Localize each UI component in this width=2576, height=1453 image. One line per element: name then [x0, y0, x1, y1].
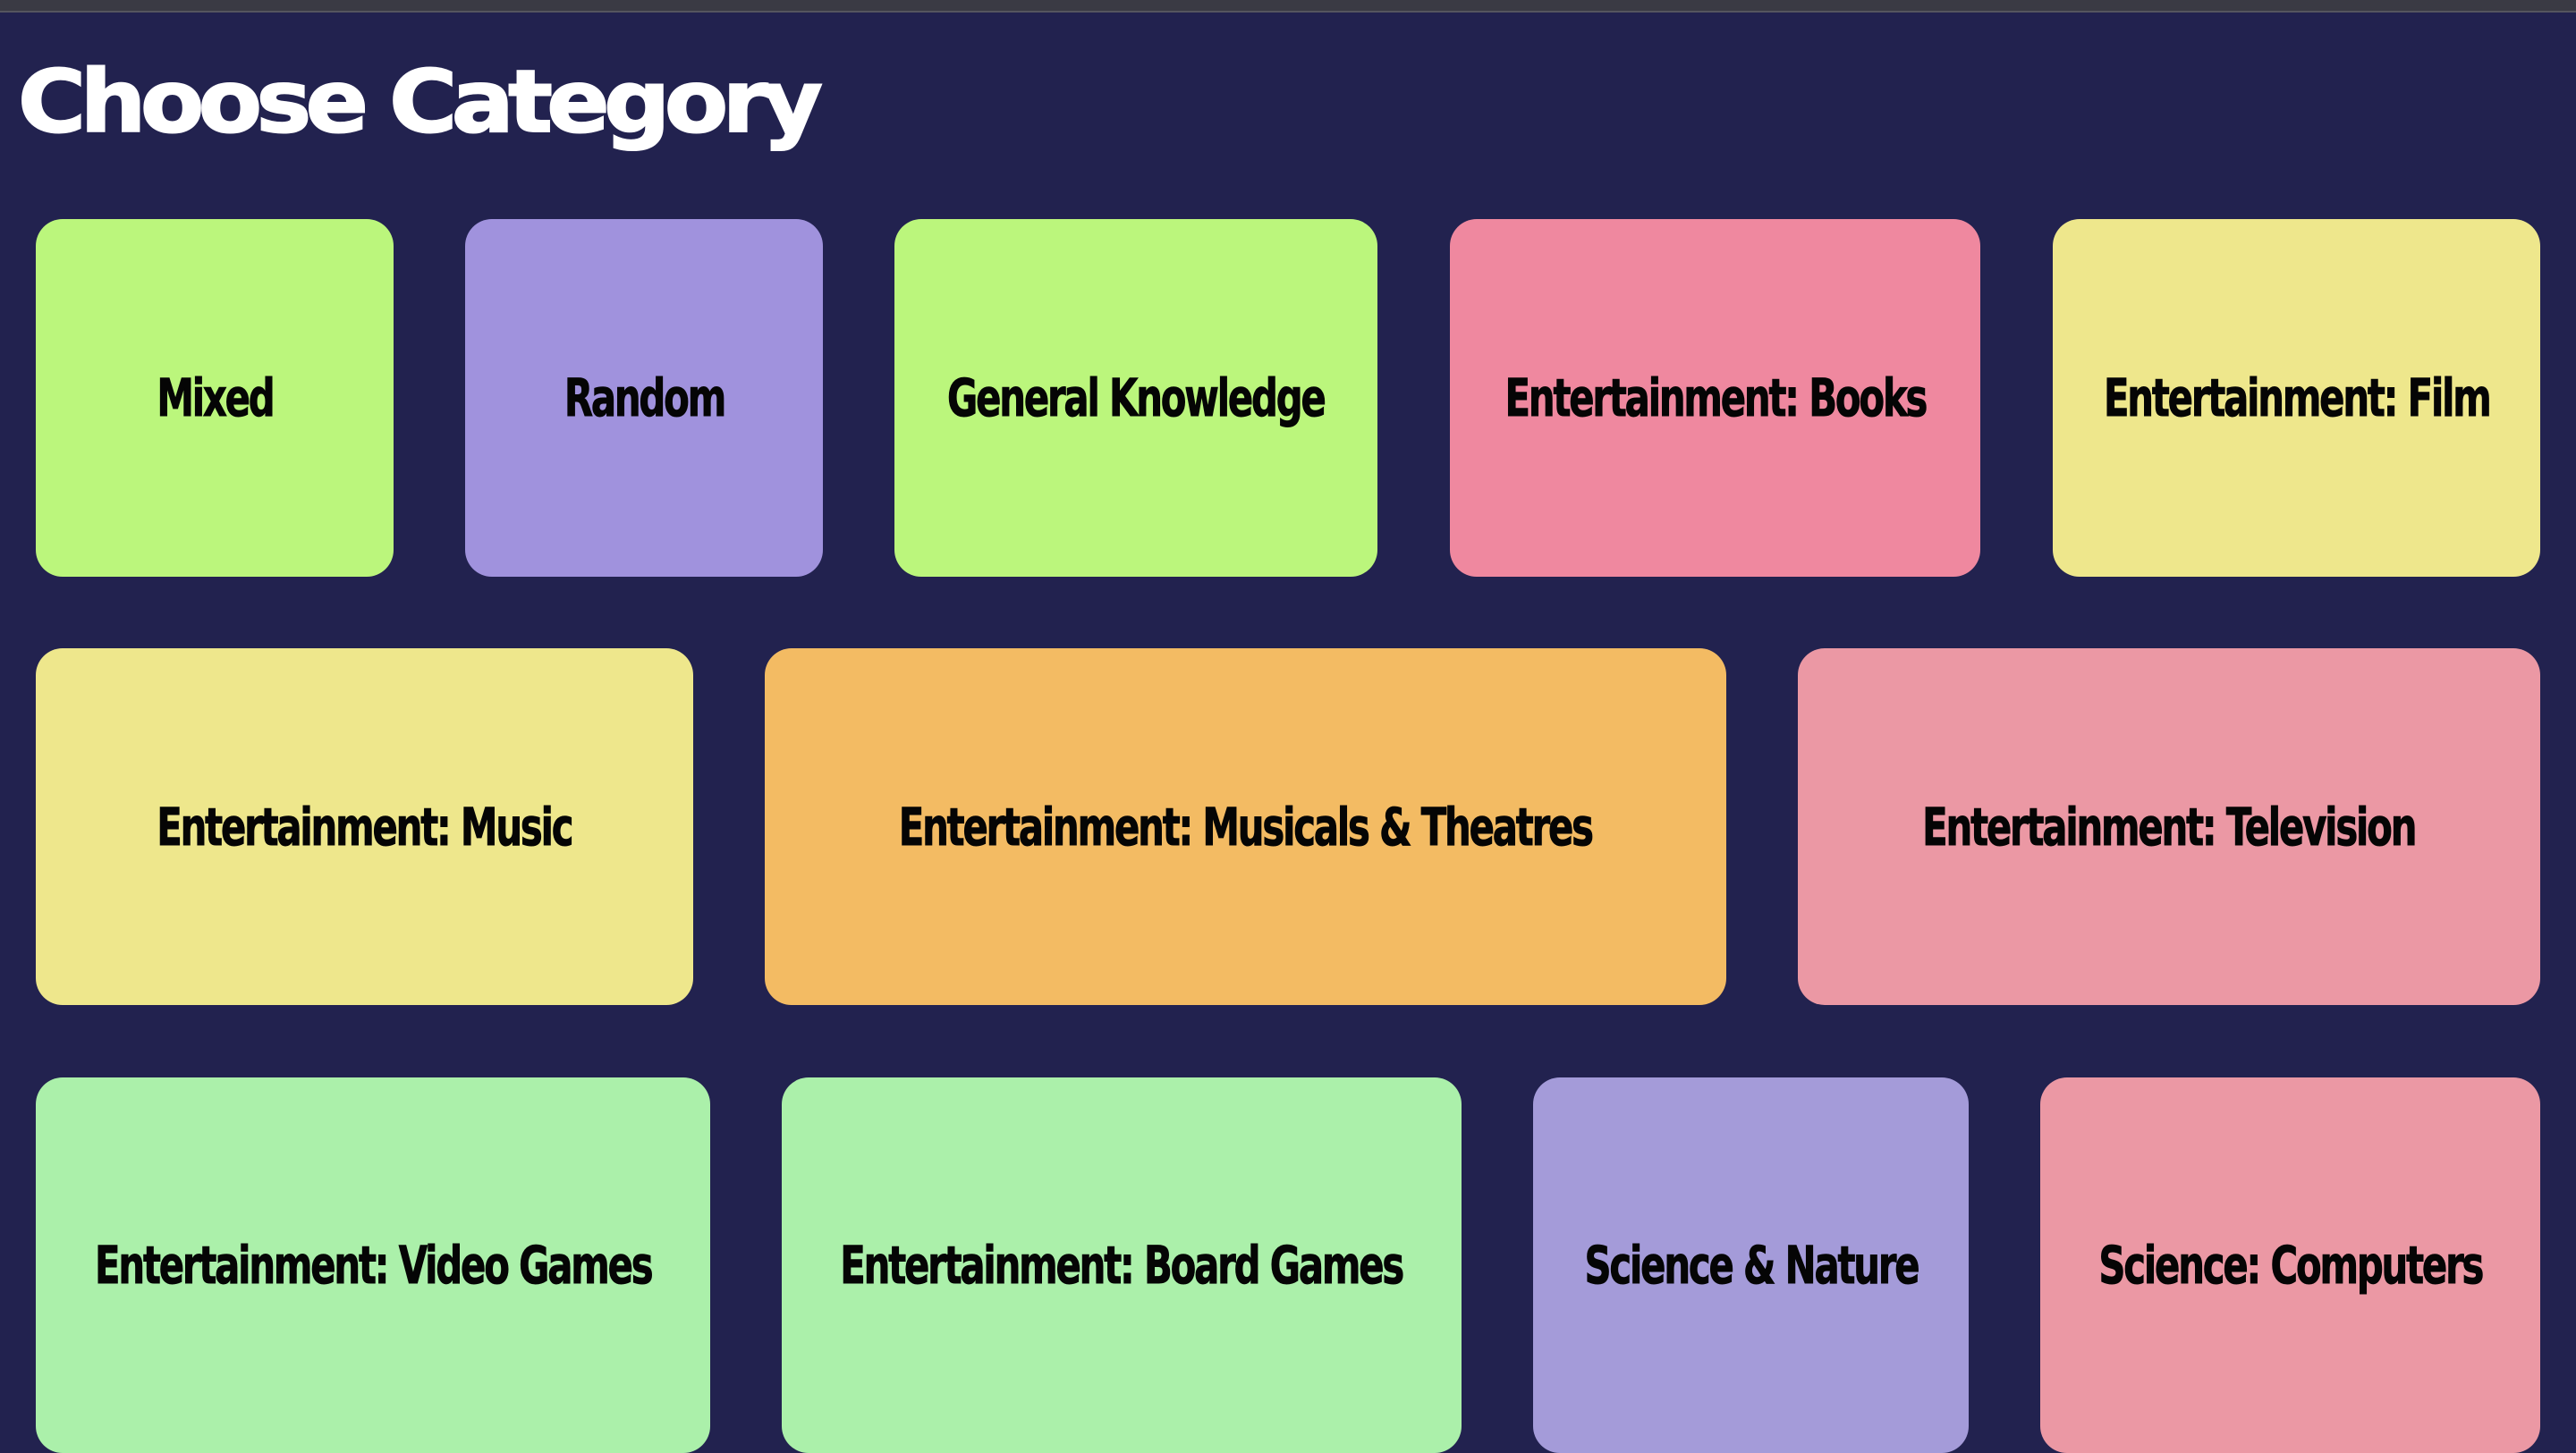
category-label: Entertainment: Musicals & Theatres: [898, 796, 1595, 857]
category-card-general-knowledge[interactable]: General Knowledge: [894, 219, 1377, 577]
category-card-entertainment-books[interactable]: Entertainment: Books: [1450, 219, 1980, 577]
category-card-science-computers[interactable]: Science: Computers: [2040, 1077, 2540, 1453]
category-label: Entertainment: Film: [2103, 367, 2492, 429]
category-card-entertainment-film[interactable]: Entertainment: Film: [2053, 219, 2540, 577]
category-card-science-nature[interactable]: Science & Nature: [1533, 1077, 1969, 1453]
category-card-entertainment-musicals-theatres[interactable]: Entertainment: Musicals & Theatres: [765, 648, 1726, 1005]
category-label: Entertainment: Board Games: [840, 1235, 1405, 1297]
category-card-entertainment-music[interactable]: Entertainment: Music: [36, 648, 693, 1005]
category-card-random[interactable]: Random: [465, 219, 823, 577]
category-card-entertainment-board-games[interactable]: Entertainment: Board Games: [782, 1077, 1462, 1453]
category-label: Entertainment: Books: [1504, 367, 1928, 429]
category-label: Science: Computers: [2098, 1235, 2485, 1297]
category-label: General Knowledge: [947, 367, 1327, 429]
category-label: Entertainment: Music: [157, 796, 574, 857]
window-top-bar: [0, 0, 2576, 13]
category-label: Entertainment: Video Games: [94, 1235, 653, 1297]
category-card-entertainment-television[interactable]: Entertainment: Television: [1798, 648, 2540, 1005]
category-card-mixed[interactable]: Mixed: [36, 219, 394, 577]
category-label: Mixed: [156, 367, 275, 429]
category-card-entertainment-video-games[interactable]: Entertainment: Video Games: [36, 1077, 710, 1453]
category-label: Entertainment: Television: [1922, 796, 2418, 857]
category-label: Random: [564, 367, 726, 429]
page-title: Choose Category: [17, 51, 824, 153]
category-label: Science & Nature: [1584, 1235, 1920, 1297]
